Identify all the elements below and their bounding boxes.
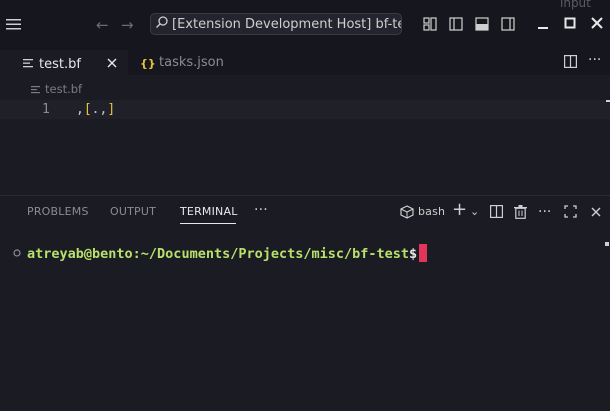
panel-more-icon[interactable]: ··· — [254, 202, 268, 218]
terminal-cursor — [419, 244, 427, 262]
code-token: [ — [83, 102, 92, 117]
split-editor-icon[interactable] — [564, 55, 577, 68]
breadcrumb[interactable]: test.bf — [31, 82, 82, 96]
close-tab-icon[interactable] — [107, 58, 117, 68]
menu-icon[interactable] — [6, 17, 22, 33]
more-actions-icon[interactable]: ··· — [588, 52, 601, 68]
close-panel-icon[interactable] — [591, 207, 601, 217]
search-text: [Extension Development Host] bf-test — [172, 17, 402, 32]
editor-tabs: test.bf {} tasks.json ··· — [0, 50, 610, 77]
close-window-icon[interactable] — [591, 17, 603, 29]
terminal-scrollbar[interactable] — [605, 242, 609, 246]
active-tab-underline — [180, 223, 236, 224]
terminal-prompt[interactable]: atreyab@bento:~/Documents/Projects/misc/… — [27, 246, 417, 262]
tab-label: tasks.json — [159, 55, 224, 70]
customize-layout-icon[interactable] — [423, 17, 437, 31]
prompt-user: atreyab@bento — [27, 246, 133, 262]
forward-arrow-icon[interactable]: → — [121, 17, 134, 33]
prompt-path: :~/Documents/Projects/misc/bf-test — [132, 246, 410, 262]
terminal-shell-icon — [400, 205, 414, 219]
search-icon — [156, 16, 168, 28]
toggle-sidebar-icon[interactable] — [449, 17, 463, 31]
title-bar: ← → [Extension Development Host] bf-test… — [0, 0, 610, 50]
trash-icon[interactable] — [514, 205, 527, 219]
tab-tasks-json[interactable]: {} tasks.json — [128, 50, 238, 75]
json-braces-icon: {} — [140, 57, 156, 70]
panel-more-actions-icon[interactable]: ··· — [538, 205, 551, 219]
code-token: ] — [107, 102, 116, 117]
tab-output[interactable]: OUTPUT — [110, 205, 156, 218]
new-terminal-icon[interactable]: + — [452, 201, 467, 219]
line-number: 1 — [42, 102, 50, 117]
split-terminal-icon[interactable] — [490, 205, 503, 218]
shell-name[interactable]: bash — [418, 205, 445, 218]
file-lines-icon — [31, 86, 40, 94]
back-arrow-icon[interactable]: ← — [96, 17, 109, 33]
file-lines-icon — [23, 59, 33, 68]
code-line[interactable]: ,[.,] — [76, 102, 115, 117]
tab-terminal[interactable]: TERMINAL — [180, 205, 238, 218]
tab-test-bf[interactable]: test.bf — [0, 50, 128, 77]
toggle-panel-icon[interactable] — [475, 17, 489, 31]
panel-border — [0, 195, 610, 196]
toggle-secondary-sidebar-icon[interactable] — [501, 17, 515, 31]
maximize-icon[interactable] — [564, 17, 576, 29]
overflow-text: input — [560, 0, 591, 10]
breadcrumb-file: test.bf — [45, 82, 83, 96]
prompt-symbol: $ — [409, 246, 418, 262]
code-token: , — [76, 102, 84, 117]
command-center-search[interactable]: [Extension Development Host] bf-test — [150, 13, 402, 35]
minimize-icon[interactable] — [537, 17, 549, 29]
tab-problems[interactable]: PROBLEMS — [27, 205, 89, 218]
maximize-panel-icon[interactable] — [564, 205, 577, 218]
command-decoration-icon[interactable] — [13, 249, 21, 257]
tab-label: test.bf — [39, 57, 81, 72]
chevron-down-icon[interactable]: ⌄ — [470, 205, 479, 219]
scrollbar-marker — [606, 100, 610, 102]
